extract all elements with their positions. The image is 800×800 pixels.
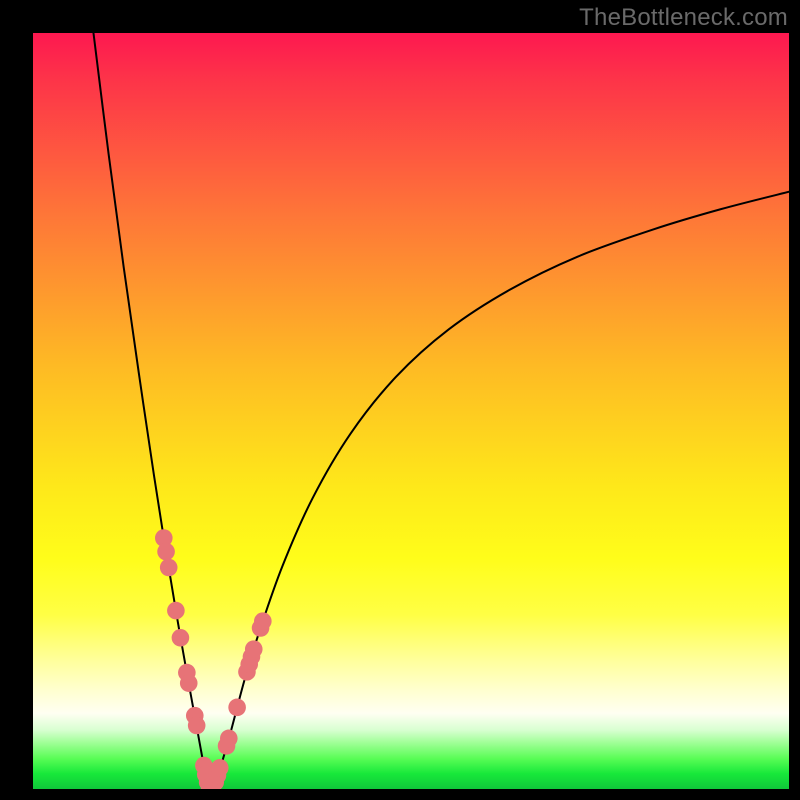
data-marker <box>172 629 190 647</box>
watermark-text: TheBottleneck.com <box>579 4 788 32</box>
data-marker <box>188 717 206 735</box>
data-marker <box>254 612 272 630</box>
data-marker <box>211 759 229 777</box>
curve-layer <box>33 33 789 789</box>
data-marker <box>220 730 238 748</box>
chart-stage: TheBottleneck.com <box>0 0 800 800</box>
data-marker <box>160 559 178 577</box>
curve-right-branch <box>211 192 789 789</box>
data-marker <box>180 674 198 692</box>
data-marker <box>228 699 246 717</box>
data-marker <box>167 602 185 620</box>
data-marker <box>157 543 175 561</box>
plot-area <box>33 33 789 789</box>
data-marker <box>245 640 263 658</box>
